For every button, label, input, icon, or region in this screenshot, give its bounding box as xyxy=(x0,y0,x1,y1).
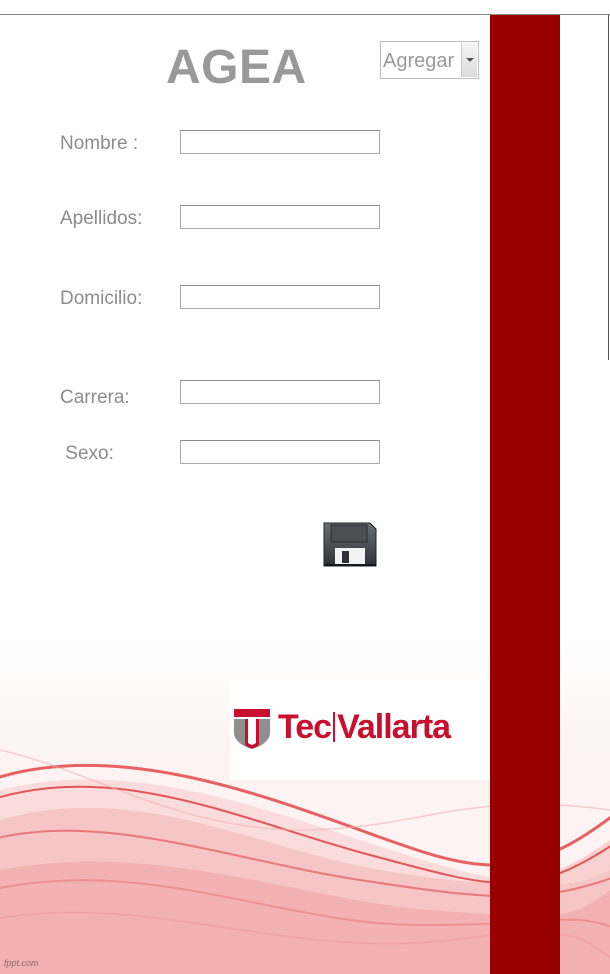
logo-text-tec: Tec xyxy=(278,708,332,746)
window-right-edge xyxy=(608,15,609,360)
logo-text-vallarta: Vallarta xyxy=(337,708,451,746)
mode-dropdown-value: Agregar xyxy=(383,50,455,72)
floppy-disk-icon xyxy=(323,522,377,567)
logo-separator xyxy=(333,712,336,742)
apellidos-label: Apellidos: xyxy=(60,208,143,229)
sexo-label: Sexo: xyxy=(60,443,114,464)
domicilio-input[interactable] xyxy=(180,285,380,309)
mode-dropdown[interactable]: Agregar xyxy=(380,41,479,79)
app-window: AGEA Agregar Nombre : Apellidos: Domicil… xyxy=(0,0,610,974)
domicilio-label: Domicilio: xyxy=(60,288,143,309)
nombre-input[interactable] xyxy=(180,130,380,154)
watermark-text: fppt.com xyxy=(4,958,39,968)
apellidos-input[interactable] xyxy=(180,205,380,229)
carrera-input[interactable] xyxy=(180,380,380,404)
nombre-label: Nombre : xyxy=(60,133,139,154)
save-button[interactable] xyxy=(322,520,378,568)
app-title: AGEA xyxy=(166,41,307,94)
tec-vallarta-logo: Tec Vallarta xyxy=(230,680,490,780)
sexo-input[interactable] xyxy=(180,440,380,464)
side-color-bar xyxy=(490,15,560,974)
mode-dropdown-toggle[interactable] xyxy=(461,43,477,77)
tec-shield-icon xyxy=(234,709,270,749)
carrera-label: Carrera: xyxy=(60,387,130,408)
chevron-down-icon xyxy=(466,58,474,62)
